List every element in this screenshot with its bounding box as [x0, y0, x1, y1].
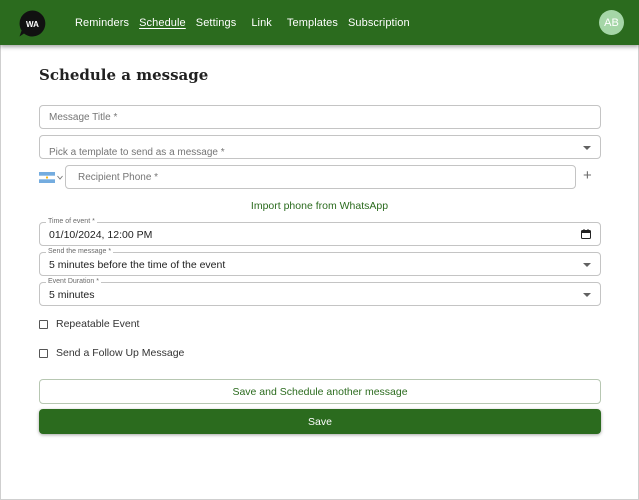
avatar[interactable]: AB	[599, 10, 624, 35]
recipient-phone-placeholder: Recipient Phone *	[78, 172, 159, 183]
argentina-flag-icon[interactable]	[39, 172, 55, 183]
send-message-value: 5 minutes before the time of the event	[49, 259, 226, 271]
recipient-phone-input[interactable]: Recipient Phone *	[65, 165, 576, 189]
repeatable-event-checkbox[interactable]	[39, 319, 48, 329]
message-title-input[interactable]: Message Title *	[39, 105, 601, 129]
nav-links: Reminders Schedule Settings Link Templat…	[75, 0, 420, 45]
repeatable-event-row: Repeatable Event	[39, 318, 139, 330]
calendar-icon[interactable]	[581, 229, 591, 239]
logo-text: WA	[26, 20, 39, 29]
template-select[interactable]: Pick a template to send as a message *	[39, 135, 601, 159]
save-and-schedule-another-button[interactable]: Save and Schedule another message	[39, 379, 601, 404]
follow-up-row: Send a Follow Up Message	[39, 347, 184, 359]
chevron-down-icon	[583, 263, 591, 267]
repeatable-event-label[interactable]: Repeatable Event	[56, 318, 139, 330]
chevron-down-icon	[583, 146, 591, 150]
import-phone-link[interactable]: Import phone from WhatsApp	[0, 200, 639, 212]
event-duration-select[interactable]: Event Duration * 5 minutes	[39, 278, 601, 306]
send-message-select[interactable]: Send the message * 5 minutes before the …	[39, 248, 601, 276]
plus-icon[interactable]: +	[583, 168, 592, 184]
nav-link-reminders[interactable]: Reminders	[75, 17, 129, 29]
follow-up-checkbox[interactable]	[39, 348, 48, 358]
chevron-down-icon[interactable]	[57, 175, 63, 180]
top-navbar: WA Reminders Schedule Settings Link Temp…	[0, 0, 639, 45]
nav-link-settings[interactable]: Settings	[196, 17, 237, 29]
message-title-placeholder: Message Title *	[49, 112, 118, 123]
template-placeholder: Pick a template to send as a message *	[49, 147, 225, 158]
page-title: Schedule a message	[39, 66, 209, 84]
follow-up-label[interactable]: Send a Follow Up Message	[56, 347, 184, 359]
event-duration-label: Event Duration *	[46, 278, 101, 286]
chevron-down-icon	[583, 293, 591, 297]
event-duration-value: 5 minutes	[49, 289, 95, 301]
nav-link-subscription[interactable]: Subscription	[348, 17, 410, 29]
whatsapp-logo-icon[interactable]: WA	[18, 9, 47, 38]
save-button[interactable]: Save	[39, 409, 601, 434]
nav-link-templates[interactable]: Templates	[287, 17, 338, 29]
time-of-event-label: Time of event *	[46, 218, 97, 226]
time-of-event-value: 01/10/2024, 12:00 PM	[49, 229, 153, 241]
nav-link-schedule[interactable]: Schedule	[139, 17, 186, 29]
nav-link-link[interactable]: Link	[251, 17, 272, 29]
send-message-label: Send the message *	[46, 248, 114, 256]
time-of-event-input[interactable]: Time of event * 01/10/2024, 12:00 PM	[39, 218, 601, 246]
